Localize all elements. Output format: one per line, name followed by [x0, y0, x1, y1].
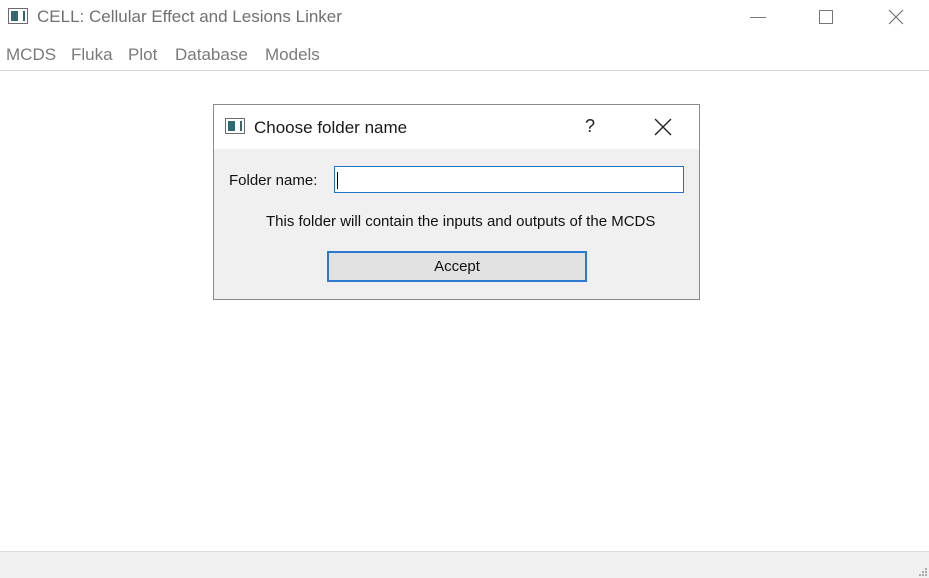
close-button[interactable] — [866, 0, 926, 34]
menu-fluka[interactable]: Fluka — [71, 45, 113, 65]
status-bar — [0, 551, 929, 578]
dialog-titlebar: Choose folder name ? — [214, 105, 699, 149]
accept-button-label: Accept — [434, 258, 480, 275]
choose-folder-dialog: Choose folder name ? Folder name: This f… — [213, 104, 700, 300]
maximize-button[interactable] — [796, 0, 856, 34]
menu-plot[interactable]: Plot — [128, 45, 157, 65]
minimize-button[interactable] — [728, 0, 788, 34]
accept-button[interactable]: Accept — [327, 251, 587, 282]
app-icon — [8, 8, 28, 24]
close-icon — [888, 9, 904, 25]
menu-models[interactable]: Models — [265, 45, 320, 65]
folder-name-label: Folder name: — [229, 172, 318, 189]
menu-bar: MCDS Fluka Plot Database Models — [0, 40, 929, 71]
window-title: CELL: Cellular Effect and Lesions Linker — [37, 7, 342, 26]
menu-mcds[interactable]: MCDS — [6, 45, 56, 65]
resize-grip-icon[interactable] — [919, 568, 927, 576]
folder-info-text: This folder will contain the inputs and … — [266, 213, 656, 230]
dialog-title: Choose folder name — [254, 118, 408, 137]
dialog-app-icon — [225, 118, 245, 134]
help-button[interactable]: ? — [585, 116, 595, 137]
text-caret — [337, 172, 338, 189]
maximize-icon — [819, 10, 833, 24]
window-titlebar: CELL: Cellular Effect and Lesions Linker — [0, 0, 929, 34]
dialog-close-button[interactable] — [651, 116, 675, 138]
close-icon — [654, 118, 672, 136]
folder-name-input[interactable] — [334, 166, 684, 193]
minimize-icon — [750, 16, 766, 18]
menu-database[interactable]: Database — [175, 45, 248, 65]
